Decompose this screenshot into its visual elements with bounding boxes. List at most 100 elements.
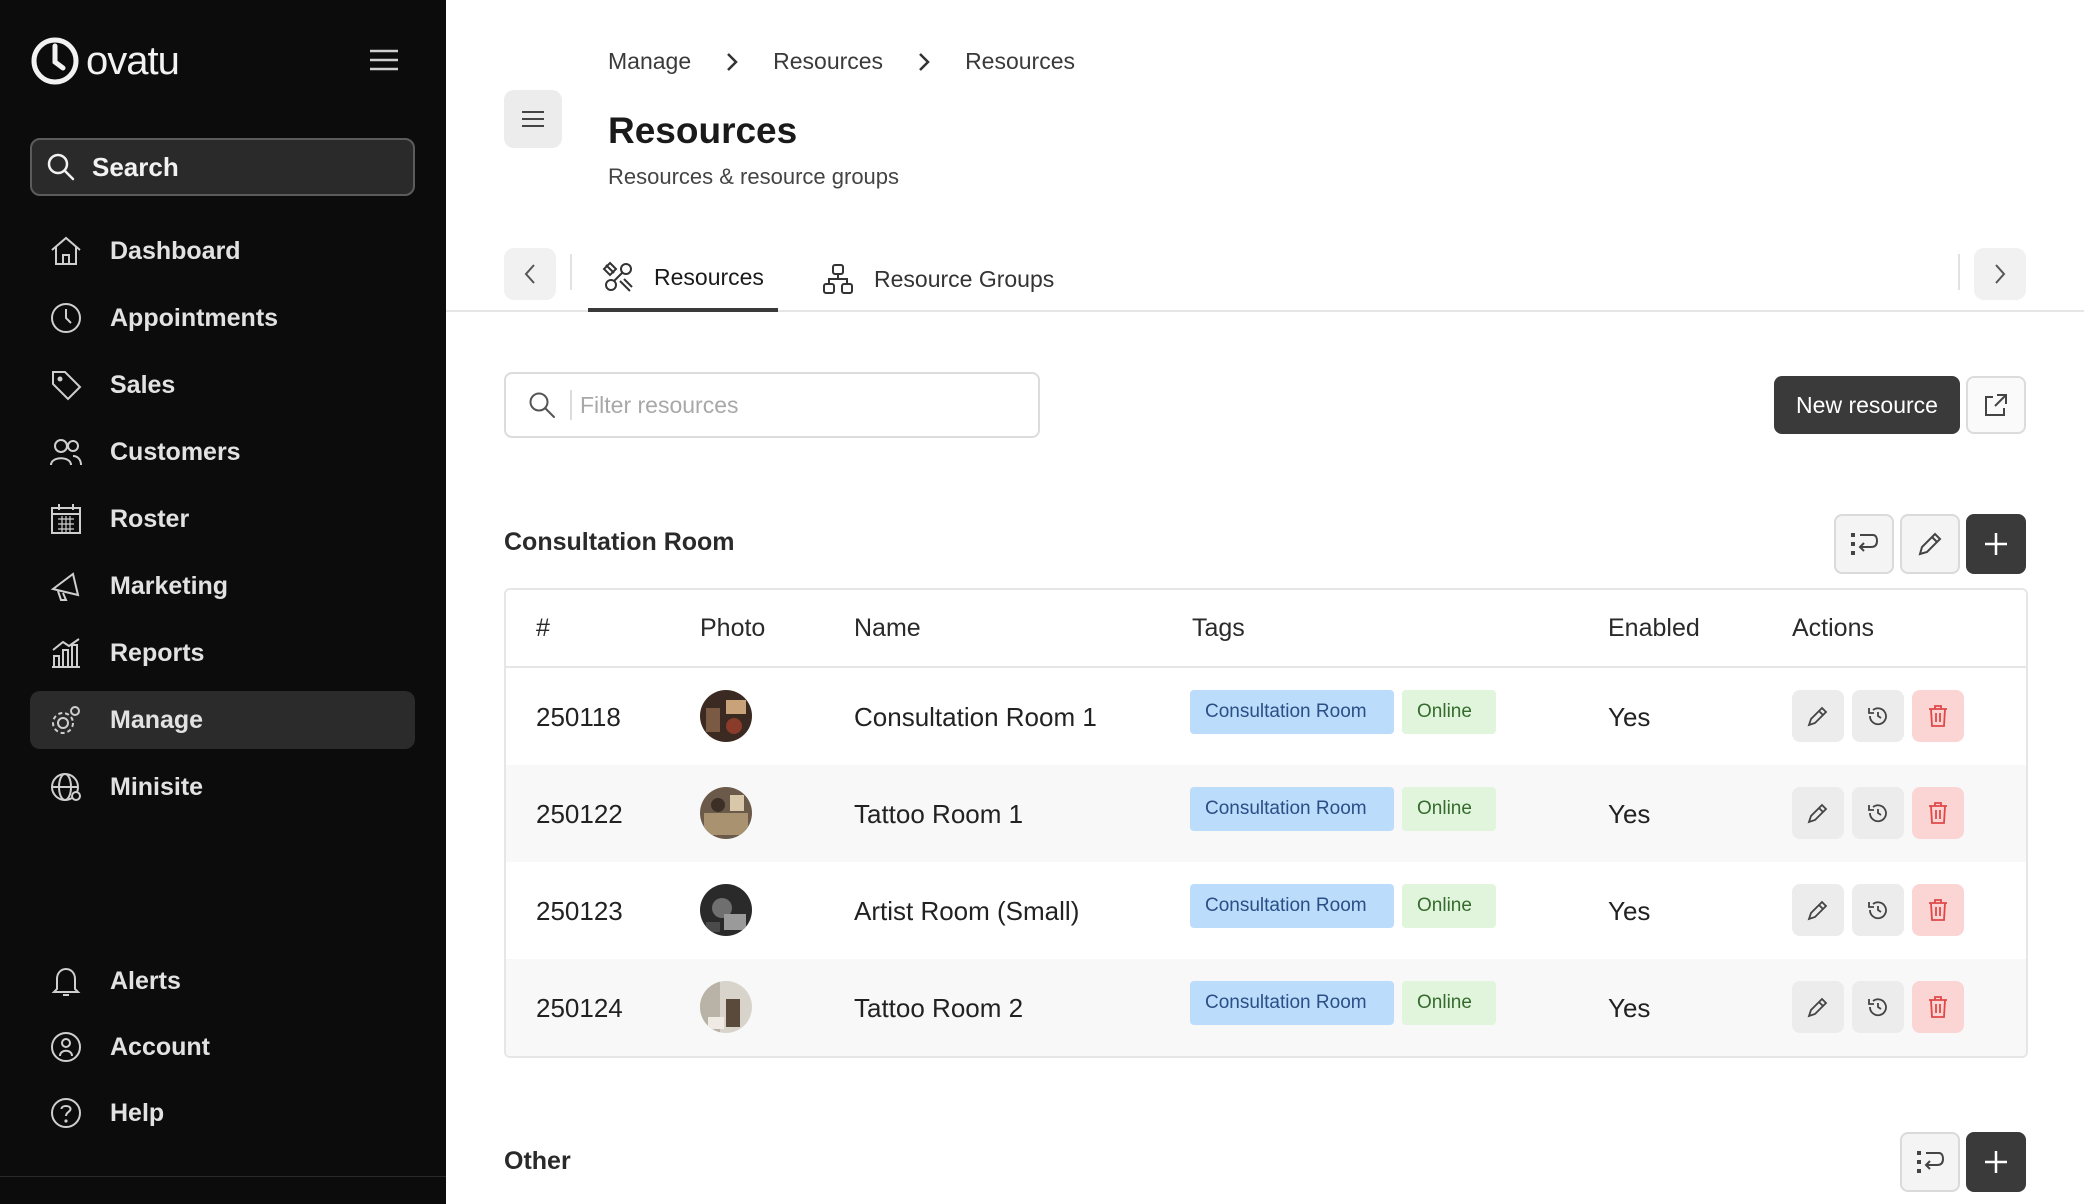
sidebar-item-account[interactable]: Account — [30, 1018, 415, 1076]
tab-resources[interactable]: Resources — [588, 246, 778, 312]
sidebar-item-label: Dashboard — [110, 236, 241, 265]
hamburger-menu-icon[interactable] — [368, 46, 400, 74]
sidebar-item-alerts[interactable]: Alerts — [30, 952, 415, 1010]
sidebar-item-label: Reports — [110, 638, 205, 667]
sidebar-item-manage[interactable]: Manage — [30, 691, 415, 749]
history-icon — [1868, 804, 1887, 823]
sidebar-bottom-nav: Alerts Account Help — [30, 952, 415, 1150]
tag-badge: Online — [1402, 690, 1496, 734]
tab-resource-groups[interactable]: Resource Groups — [808, 246, 1068, 312]
globe-icon — [48, 769, 84, 805]
resource-enabled: Yes — [1608, 993, 1651, 1023]
history-icon — [1868, 707, 1887, 726]
tabs-scroll-right-button[interactable] — [1974, 248, 2026, 300]
tabs-bar: Resources Resource Groups — [446, 246, 2084, 312]
section-title: Other — [504, 1147, 571, 1175]
tab-label: Resources — [654, 263, 764, 290]
delete-button[interactable] — [1912, 787, 1964, 839]
account-icon — [48, 1029, 84, 1065]
tab-divider — [570, 254, 572, 290]
history-button[interactable] — [1852, 787, 1904, 839]
pencil-icon — [1807, 706, 1828, 727]
column-header-actions: Actions — [1792, 614, 1874, 642]
users-icon — [48, 434, 84, 470]
history-button[interactable] — [1852, 884, 1904, 936]
sidebar-item-appointments[interactable]: Appointments — [30, 289, 415, 347]
sidebar-item-dashboard[interactable]: Dashboard — [30, 222, 415, 280]
sidebar-item-marketing[interactable]: Marketing — [30, 557, 415, 615]
table-row[interactable]: 250118 Consultation Room 1 Consultation … — [506, 668, 2026, 765]
pencil-icon — [1918, 532, 1942, 556]
tag-badge: Consultation Room — [1190, 884, 1394, 928]
plus-icon — [1985, 533, 2007, 555]
sidebar-item-label: Manage — [110, 705, 204, 734]
reorder-icon — [1917, 1151, 1945, 1173]
sidebar-item-label: Minisite — [110, 772, 204, 801]
plus-icon — [1985, 1151, 2007, 1173]
resource-photo — [700, 787, 752, 839]
sidebar-item-label: Marketing — [110, 571, 229, 600]
collapse-sidebar-button[interactable] — [504, 90, 562, 148]
sidebar-item-customers[interactable]: Customers — [30, 423, 415, 481]
table-header: # Photo Name Tags Enabled Actions — [506, 590, 2026, 668]
reorder-button[interactable] — [1900, 1132, 1960, 1192]
resource-name: Tattoo Room 2 — [854, 993, 1024, 1023]
chevron-right-icon — [919, 52, 930, 71]
reorder-button[interactable] — [1834, 514, 1894, 574]
logo[interactable]: ovatu — [30, 36, 180, 86]
tab-divider — [1958, 254, 1960, 290]
tag-icon — [48, 367, 84, 403]
export-button[interactable] — [1966, 376, 2026, 434]
sidebar-divider — [0, 1176, 446, 1177]
chevron-left-icon — [524, 264, 535, 284]
resources-table: # Photo Name Tags Enabled Actions 250118… — [504, 588, 2028, 1058]
pencil-icon — [1807, 997, 1828, 1018]
delete-button[interactable] — [1912, 884, 1964, 936]
sidebar-item-help[interactable]: Help — [30, 1084, 415, 1142]
history-button[interactable] — [1852, 690, 1904, 742]
sidebar-item-roster[interactable]: Roster — [30, 490, 415, 548]
filter-resources-field[interactable] — [504, 372, 1040, 438]
tag-badge: Consultation Room — [1190, 690, 1394, 734]
resource-enabled: Yes — [1608, 702, 1651, 732]
page-subtitle: Resources & resource groups — [608, 164, 900, 189]
table-row[interactable]: 250124 Tattoo Room 2 Consultation Room O… — [506, 959, 2026, 1056]
tabs-scroll-left-button[interactable] — [504, 248, 556, 300]
edit-button[interactable] — [1792, 981, 1844, 1033]
edit-button[interactable] — [1792, 787, 1844, 839]
sidebar: ovatu Search Dashboard Appointments Sale… — [0, 0, 446, 1204]
trash-icon — [1929, 802, 1947, 824]
sidebar-item-sales[interactable]: Sales — [30, 356, 415, 414]
resource-name: Tattoo Room 1 — [854, 799, 1024, 829]
gear-icon — [48, 702, 84, 738]
sidebar-search[interactable]: Search — [30, 138, 415, 196]
resource-enabled: Yes — [1608, 799, 1651, 829]
chevron-right-icon — [727, 52, 738, 71]
column-header-name: Name — [854, 614, 921, 642]
history-button[interactable] — [1852, 981, 1904, 1033]
column-header-tags: Tags — [1192, 614, 1245, 642]
breadcrumb-item-manage[interactable]: Manage — [608, 48, 691, 75]
edit-button[interactable] — [1792, 884, 1844, 936]
add-resource-button[interactable] — [1966, 1132, 2026, 1192]
new-resource-button[interactable]: New resource — [1774, 376, 1960, 434]
sidebar-item-label: Alerts — [110, 966, 181, 995]
breadcrumb: Manage Resources Resources — [608, 48, 1075, 75]
table-row[interactable]: 250123 Artist Room (Small) Consultation … — [506, 862, 2026, 959]
search-icon — [529, 392, 555, 418]
edit-group-button[interactable] — [1900, 514, 1960, 574]
sidebar-item-minisite[interactable]: Minisite — [30, 758, 415, 816]
delete-button[interactable] — [1912, 981, 1964, 1033]
tools-icon — [602, 261, 633, 292]
edit-button[interactable] — [1792, 690, 1844, 742]
tag-badge: Consultation Room — [1190, 787, 1394, 831]
sidebar-item-reports[interactable]: Reports — [30, 624, 415, 682]
delete-button[interactable] — [1912, 690, 1964, 742]
chart-icon — [48, 635, 84, 671]
table-row[interactable]: 250122 Tattoo Room 1 Consultation Room O… — [506, 765, 2026, 862]
resource-name: Artist Room (Small) — [854, 896, 1080, 926]
add-resource-button[interactable] — [1966, 514, 2026, 574]
sidebar-item-label: Help — [110, 1098, 165, 1127]
filter-resources-input[interactable] — [570, 390, 1010, 420]
breadcrumb-item-resources[interactable]: Resources — [773, 48, 883, 75]
